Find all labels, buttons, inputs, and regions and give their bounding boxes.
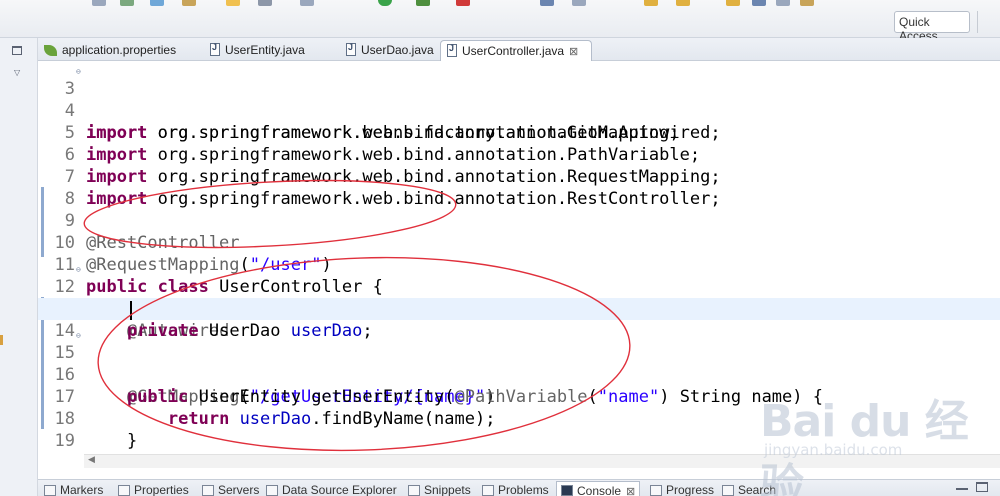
tab-usercontroller-java[interactable]: UserController.java ⊠ [440,40,592,61]
data-source-icon [266,485,278,496]
view-tab-problems[interactable]: Problems [482,483,549,496]
view-tab-snippets[interactable]: Snippets [408,483,471,496]
view-tab-label: Markers [60,483,104,496]
toolbar-icon[interactable] [150,0,164,6]
toolbar-icon[interactable] [182,0,196,6]
view-menu-icon[interactable]: ▽ [14,68,20,77]
view-tab-label: Problems [498,483,549,496]
code-line: 8 [38,166,1000,209]
code-line: 3 ⊖ import org.springframework.beans.fac… [38,61,1000,143]
view-tab-label: Properties [134,483,189,496]
view-tab-progress[interactable]: Progress [650,483,714,496]
scroll-left-icon[interactable]: ◀ [88,455,95,465]
code-line: 7 import org.springframework.web.bind.an… [38,144,1000,209]
toolbar-icon[interactable] [120,0,134,6]
tab-label: UserDao.java [361,43,434,57]
code-line: 17 return userDao.findByName(name); [38,364,1000,429]
tab-label: UserEntity.java [225,43,305,57]
trim-marker [0,335,3,345]
code-line: 4 import org.springframework.web.bind.an… [38,78,1000,143]
editor-tab-bar: application.properties UserEntity.java U… [38,38,1000,61]
properties-leaf-icon [44,45,57,56]
markers-icon [44,485,56,496]
view-tab-label: Console [577,484,622,496]
toolbar-icon[interactable] [226,0,240,6]
view-tab-label: Progress [666,483,715,496]
quick-access-input[interactable]: Quick Access [894,11,970,43]
view-tab-markers[interactable]: Markers [44,483,103,496]
toolbar-icon[interactable] [540,0,554,6]
code-line: 13 private UserDao userDao; [38,276,1000,341]
close-view-icon[interactable]: ⊠ [626,486,635,496]
code-line-current: 14 [38,298,1000,341]
servers-icon [202,485,214,496]
code-line: 11 public class UserController { [38,232,1000,297]
toolbar-icon[interactable] [644,0,658,6]
tab-label: UserController.java [462,44,565,58]
toolbar-icon[interactable] [676,0,690,6]
toolbar-divider [977,11,978,33]
toolbar-icon[interactable] [800,0,814,6]
tab-label: application.properties [62,43,177,57]
view-tab-console[interactable]: Console ⊠ [556,481,641,496]
restore-icon[interactable] [12,46,22,55]
code-line: 16 public UserEntity getUserEntity(@Path… [38,342,1000,407]
code-line: 15 ⊖ @GetMapping("/getUserEntity/{name}"… [38,320,1000,407]
watermark-url: jingyan.baidu.com [764,441,903,459]
toolbar-icon[interactable] [258,0,272,6]
toolbar-icon[interactable] [776,0,790,6]
view-tab-label: Snippets [424,483,471,496]
line-number: 20 [38,452,75,454]
code-line: 5 import org.springframework.web.bind.an… [38,100,1000,165]
code-line: 10 @RequestMapping("/user") [38,210,1000,275]
tab-userentity-java[interactable]: UserEntity.java [204,40,342,61]
snippets-icon [408,485,420,496]
view-tab-data-source-explorer[interactable]: Data Source Explorer [266,483,397,496]
stop-icon[interactable] [456,0,470,6]
text-caret [130,301,132,320]
code-line: 9 @RestController [38,188,1000,253]
java-file-icon [447,43,457,57]
left-trim-stack: ▽ [0,38,38,496]
toolbar-icon[interactable] [92,0,106,6]
close-tab-icon[interactable]: ⊠ [569,46,578,58]
progress-icon [650,485,662,496]
view-tab-label: Data Source Explorer [282,483,397,496]
toolbar-icon[interactable] [572,0,586,6]
properties-icon [118,485,130,496]
java-file-icon [210,42,220,56]
view-tab-servers[interactable]: Servers [202,483,259,496]
main-toolbar: Quick Access [0,0,1000,43]
view-tab-label: Servers [218,483,260,496]
debug-icon[interactable] [416,0,430,6]
tab-application-properties[interactable]: application.properties [38,40,204,61]
view-tab-properties[interactable]: Properties [118,483,189,496]
console-icon [561,485,573,496]
toolbar-icon[interactable] [726,0,740,6]
problems-icon [482,485,494,496]
toolbar-icon[interactable] [300,0,314,6]
code-line: 12 ⊖ @Autowired [38,254,1000,341]
baidu-watermark: Bai du 经验 jingyan.baidu.com [760,385,990,496]
code-line: 6 import org.springframework.web.bind.an… [38,122,1000,187]
toolbar-icon[interactable] [752,0,766,6]
search-icon [722,485,734,496]
run-icon[interactable] [378,0,392,6]
java-file-icon [346,42,356,56]
